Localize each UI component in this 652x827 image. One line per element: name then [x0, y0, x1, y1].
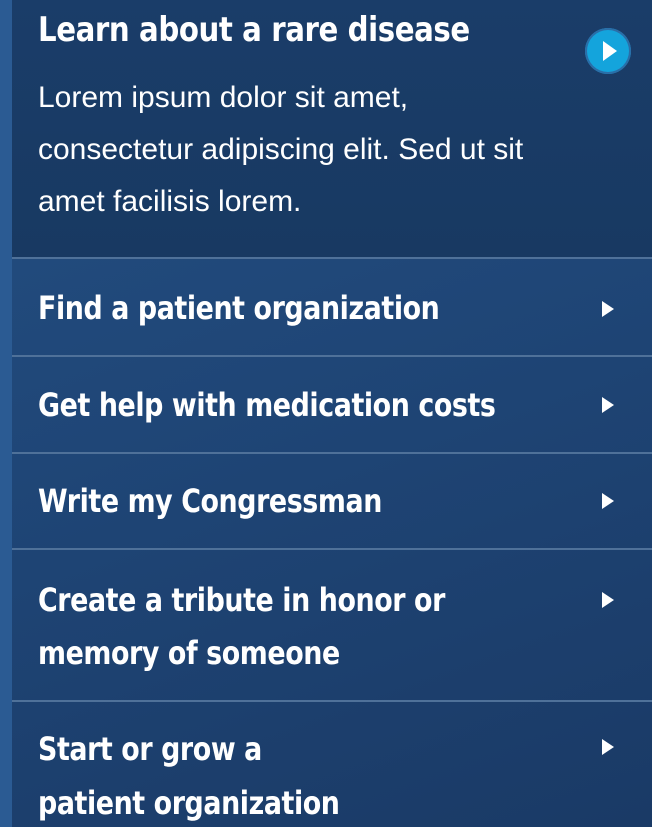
chevron-right-icon [602, 592, 614, 608]
action-menu: Learn about a rare disease Lorem ipsum d… [0, 0, 652, 827]
chevron-right-icon [602, 397, 614, 413]
left-edge-strip [0, 0, 12, 827]
menu-item-label-line-1: Start or grow a [38, 730, 262, 768]
chevron-right-icon [602, 493, 614, 509]
menu-item-label-line-1: Create a tribute in honor or [38, 581, 445, 619]
menu-item-start-patient-organization[interactable]: Start or grow a patient organization [12, 700, 652, 827]
play-circle-icon[interactable] [585, 28, 631, 74]
menu-item-label: Get help with medication costs [38, 386, 496, 424]
menu-item-label-line-2: memory of someone [38, 634, 340, 672]
featured-description: Lorem ipsum dolor sit amet, consectetur … [38, 81, 524, 218]
chevron-right-icon [602, 301, 614, 317]
menu-item-label-line-2: patient organization [38, 784, 340, 822]
chevron-right-icon [602, 739, 614, 755]
featured-item-learn-disease[interactable]: Learn about a rare disease Lorem ipsum d… [12, 0, 652, 257]
menu-item-write-congressman[interactable]: Write my Congressman [12, 452, 652, 549]
menu-item-medication-costs[interactable]: Get help with medication costs [12, 355, 652, 453]
featured-title: Learn about a rare disease [38, 10, 470, 50]
menu-item-label: Find a patient organization [38, 289, 440, 327]
menu-item-create-tribute[interactable]: Create a tribute in honor or memory of s… [12, 548, 652, 700]
menu-item-find-patient-organization[interactable]: Find a patient organization [12, 257, 652, 355]
menu-item-label: Write my Congressman [38, 482, 382, 520]
